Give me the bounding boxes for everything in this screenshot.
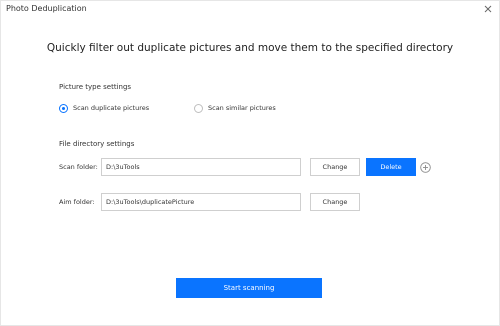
radio-scan-similar[interactable]: Scan similar pictures [194, 102, 276, 114]
file-directory-section-title: File directory settings [59, 140, 135, 148]
aim-folder-input[interactable] [101, 193, 301, 211]
scan-folder-label: Scan folder: [59, 163, 98, 171]
start-scanning-button[interactable]: Start scanning [176, 278, 322, 298]
scan-folder-change-button[interactable]: Change [310, 158, 360, 176]
scan-folder-input[interactable] [101, 158, 301, 176]
aim-folder-label: Aim folder: [59, 198, 95, 206]
scan-folder-delete-button[interactable]: Delete [366, 158, 416, 176]
picture-type-section-title: Picture type settings [59, 83, 132, 91]
radio-label-scan-similar: Scan similar pictures [208, 104, 276, 112]
radio-scan-duplicate[interactable]: Scan duplicate pictures [59, 102, 149, 114]
close-icon [484, 5, 492, 13]
radio-button-unchecked[interactable] [194, 103, 203, 113]
page-headline: Quickly filter out duplicate pictures an… [46, 42, 454, 54]
aim-folder-change-button[interactable]: Change [310, 193, 360, 211]
photo-deduplication-window: Photo Deduplication Quickly filter out d… [0, 0, 500, 326]
add-circle-icon [420, 162, 431, 173]
radio-button-checked[interactable] [59, 103, 68, 113]
window-title: Photo Deduplication [6, 4, 87, 13]
radio-label-scan-duplicate: Scan duplicate pictures [73, 104, 150, 112]
title-bar: Photo Deduplication [1, 1, 499, 17]
add-scan-folder-button[interactable] [420, 162, 431, 173]
close-button[interactable] [481, 2, 495, 16]
